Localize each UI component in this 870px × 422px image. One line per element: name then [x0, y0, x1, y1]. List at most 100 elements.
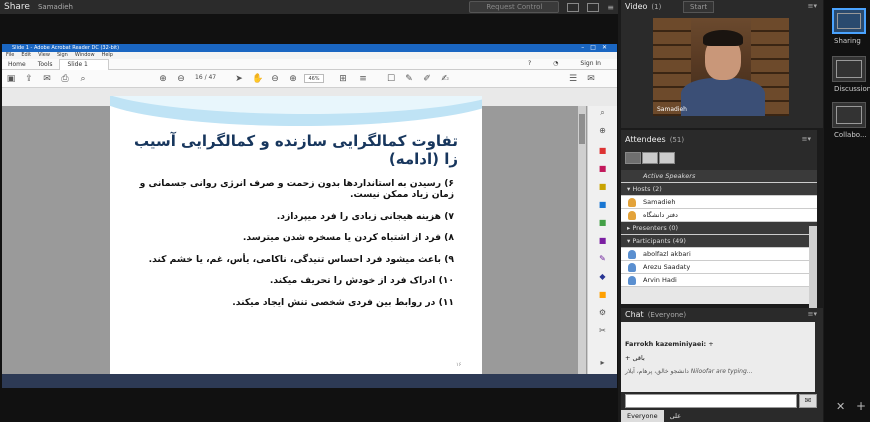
pod-menu-icon[interactable]: ≡ [607, 3, 614, 12]
page-current[interactable]: 16 [195, 74, 203, 81]
tab-private-chat[interactable]: علی [664, 410, 687, 422]
more-tools-icon[interactable]: ⚙ [597, 308, 608, 318]
comment-tool-icon[interactable]: ■ [597, 182, 608, 192]
protect-icon[interactable]: ◆ [597, 272, 608, 282]
save-icon[interactable]: ▣ [6, 74, 16, 84]
attendees-title-text: Attendees [625, 135, 666, 144]
request-control-button[interactable]: Request Control [469, 1, 560, 13]
list-item[interactable]: Samadieh [621, 196, 817, 209]
sign-in-link[interactable]: Sign In [574, 60, 607, 67]
chat-menu-icon[interactable]: ≡▾ [808, 310, 817, 318]
hosts-label: Hosts (2) [632, 185, 662, 193]
export-pdf-icon[interactable]: ■ [597, 146, 608, 156]
slide-line: ۶) رسیدن به استانداردها بدون زحمت و صرف … [139, 178, 454, 200]
close-layout-icon[interactable]: ✕ [836, 400, 845, 413]
draw-icon[interactable]: ✐ [422, 74, 432, 84]
print-icon[interactable]: ⎙ [60, 74, 70, 84]
add-layout-icon[interactable]: + [856, 399, 866, 413]
share-title: Share [4, 2, 30, 12]
comment-icon[interactable]: ☐ [386, 74, 396, 84]
presenters-section[interactable]: ▸ Presenters (0) [621, 222, 817, 235]
document-scrollbar[interactable] [578, 106, 586, 374]
customize-icon[interactable]: ✂ [597, 326, 608, 336]
send-comments-icon[interactable]: ■ [597, 290, 608, 300]
start-video-button[interactable]: Start [683, 1, 715, 13]
menu-view[interactable]: View [38, 52, 50, 59]
combine-icon[interactable]: ■ [597, 200, 608, 210]
layout-collaboration[interactable] [832, 102, 866, 128]
zoom-select[interactable]: 46% [304, 74, 324, 83]
page-indicator[interactable]: 16 / 47 [195, 74, 216, 81]
help-icon[interactable]: ? [522, 60, 537, 67]
mail-icon[interactable]: ✉ [586, 74, 596, 84]
select-cursor-icon[interactable]: ➤ [234, 74, 244, 84]
sign-icon[interactable]: ✍ [440, 74, 450, 84]
next-page-icon[interactable]: ⊖ [176, 74, 186, 84]
find-icon[interactable]: ⌕ [78, 74, 88, 84]
send-message-icon[interactable]: ✉ [799, 394, 817, 408]
list-view-icon[interactable] [625, 152, 641, 164]
search-icon[interactable]: ⌕ [597, 108, 608, 118]
chat-messages: Farrokh kazeminiyaei: + + باقی دانشجو خا… [621, 322, 815, 392]
slide-line: ۱۱) در روابط بین فردی شخصی تنش ایجاد میک… [232, 296, 454, 308]
attendees-list: Active Speakers ▾ Hosts (2) Samadieh دفت… [621, 170, 817, 344]
acrobat-tabs: Home Tools Slide 1 ? ◔ Sign In [2, 58, 617, 70]
status-view-icon[interactable] [659, 152, 675, 164]
participants-label: Participants (49) [632, 237, 686, 245]
tab-home[interactable]: Home [2, 61, 32, 68]
grid-view-icon[interactable] [642, 152, 658, 164]
hand-tool-icon[interactable]: ✋ [252, 74, 263, 84]
person-shirt [681, 78, 765, 116]
layout-discussion[interactable] [832, 56, 866, 82]
list-item[interactable]: دفتر دانشگاه [621, 209, 817, 222]
list-item[interactable]: Arvin Hadi [621, 274, 817, 287]
participants-section[interactable]: ▾ Participants (49) [621, 235, 817, 248]
tab-document[interactable]: Slide 1 [58, 58, 109, 70]
organize-icon[interactable]: ■ [597, 218, 608, 228]
prev-page-icon[interactable]: ⊕ [158, 74, 168, 84]
attendee-name: Samadieh [643, 198, 676, 206]
hosts-section[interactable]: ▾ Hosts (2) [621, 183, 817, 196]
slide-page-number: ۱۶ [456, 362, 462, 368]
zoom-icon[interactable]: ⊕ [597, 126, 608, 136]
video-count: (1) [651, 3, 662, 11]
tab-everyone[interactable]: Everyone [621, 410, 664, 422]
scroll-thumb[interactable] [579, 114, 585, 144]
menu-file[interactable]: File [6, 52, 14, 59]
chat-title: Chat (Everyone) [625, 310, 686, 319]
attendee-name: Arezu Saadaty [643, 263, 691, 271]
fit-page-icon[interactable]: ⊞ [338, 74, 348, 84]
attendees-menu-icon[interactable]: ≡▾ [802, 135, 811, 143]
video-menu-icon[interactable]: ≡▾ [808, 2, 817, 10]
zoom-out-icon[interactable]: ⊖ [270, 74, 280, 84]
layout-icon[interactable] [567, 2, 580, 12]
fullscreen-icon[interactable] [587, 2, 600, 12]
chat-input[interactable] [625, 394, 797, 408]
chat-text: + [708, 340, 714, 348]
chat-author: Farrokh kazeminiyaei: [625, 340, 707, 348]
acrobat-window-title: Slide 1 - Adobe Acrobat Reader DC (32-bi… [12, 45, 120, 51]
layout-sharing[interactable] [832, 8, 866, 34]
highlight-icon[interactable]: ✎ [404, 74, 414, 84]
window-controls-icon[interactable]: –□✕ [581, 44, 613, 52]
video-pod: Video (1) Start ≡▾ Samadieh [621, 0, 823, 128]
acrobat-toolbar: ▣ ⇪ ✉ ⎙ ⌕ ⊕ ⊖ 16 / 47 ➤ ✋ ⊖ ⊕ 46% ⊞ ≡ ☐ … [2, 70, 617, 88]
menu-edit[interactable]: Edit [21, 52, 31, 59]
upload-icon[interactable]: ⇪ [24, 74, 34, 84]
list-item[interactable]: abolfazl akbari [621, 248, 817, 261]
create-pdf-icon[interactable]: ■ [597, 164, 608, 174]
bell-icon[interactable]: ◔ [547, 60, 564, 67]
tab-tools[interactable]: Tools [32, 61, 59, 68]
user-icon [628, 263, 636, 272]
edit-pdf-icon[interactable]: ■ [597, 236, 608, 246]
webcam-feed: Samadieh [653, 18, 789, 116]
fill-sign-icon[interactable]: ✎ [597, 254, 608, 264]
chat-message: + باقی [625, 354, 811, 362]
comment-panel-icon[interactable]: ☰ [568, 74, 578, 84]
video-title-text: Video [625, 2, 648, 11]
list-item[interactable]: Arezu Saadaty [621, 261, 817, 274]
share-icon[interactable]: ✉ [42, 74, 52, 84]
zoom-in-icon[interactable]: ⊕ [288, 74, 298, 84]
collapse-panel-icon[interactable]: ▸ [597, 358, 608, 368]
scroll-mode-icon[interactable]: ≡ [358, 74, 368, 84]
